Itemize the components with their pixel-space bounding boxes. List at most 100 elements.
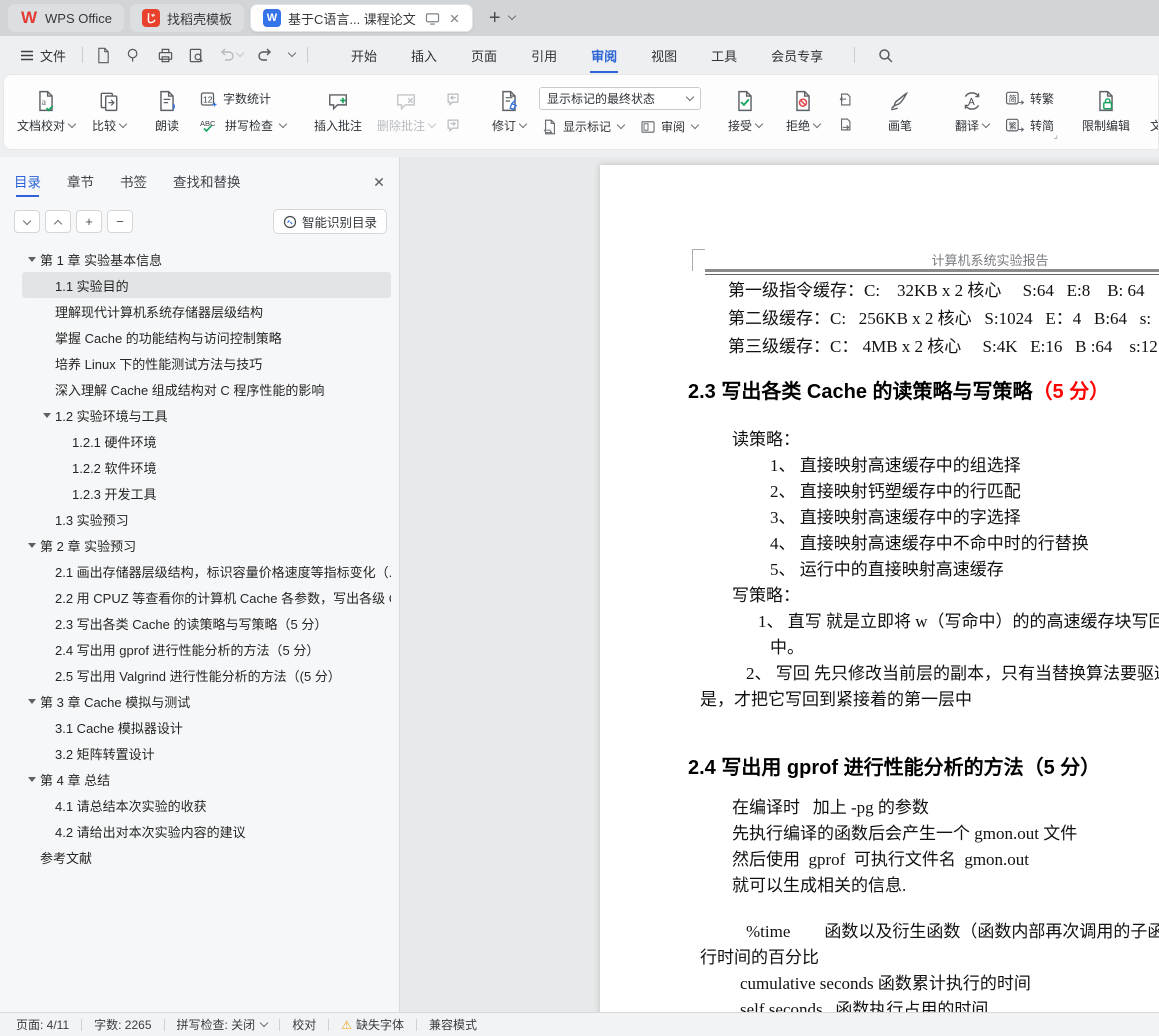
collapse-arrow-icon[interactable]: [43, 413, 55, 418]
toc-item[interactable]: 2.4 写出用 gprof 进行性能分析的方法（5 分）: [22, 636, 391, 662]
monitor-icon[interactable]: [425, 12, 440, 25]
tab-list-chevron-icon[interactable]: [507, 11, 516, 21]
toc-item[interactable]: 4.2 请给出对本次实验内容的建议: [22, 818, 391, 844]
read-aloud-button[interactable]: 朗读: [139, 80, 195, 144]
expand-all-button[interactable]: [14, 210, 40, 233]
tab-toc[interactable]: 目录: [14, 171, 41, 201]
menu-item-5[interactable]: 审阅: [574, 40, 634, 73]
toc-item[interactable]: 1.2 实验环境与工具: [22, 402, 391, 428]
toc-item[interactable]: 理解现代计算机系统存储器层级结构: [22, 298, 391, 324]
close-tab-icon[interactable]: [449, 13, 460, 24]
toc-item[interactable]: 2.1 画出存储器层级结构，标识容量价格速度等指标变化（...: [22, 558, 391, 584]
save-icon[interactable]: [95, 47, 112, 64]
toc-item[interactable]: 1.2.2 软件环境: [22, 454, 391, 480]
doc-proof-button[interactable]: a 文档校对: [13, 80, 79, 144]
track-changes-button[interactable]: 修订: [481, 80, 537, 144]
toc-item[interactable]: 1.2.3 开发工具: [22, 480, 391, 506]
zoom-in-toc-button[interactable]: +: [76, 210, 102, 233]
menu-item-6[interactable]: 视图: [634, 40, 694, 71]
reject-button[interactable]: 拒绝: [775, 80, 831, 144]
export-pdf-icon[interactable]: [126, 47, 143, 64]
collapse-arrow-icon[interactable]: [28, 257, 40, 262]
document-page[interactable]: 计算机系统实验报告 第一级指令缓存：C: 32KB x 2 核心 S:64 E:…: [600, 165, 1159, 1012]
tab-find-replace[interactable]: 查找和替换: [173, 171, 241, 201]
menu-item-7[interactable]: 工具: [694, 40, 754, 71]
toc-item[interactable]: 3.2 矩阵转置设计: [22, 740, 391, 766]
toc-item[interactable]: 第 4 章 总结: [22, 766, 391, 792]
toc-item[interactable]: 2.2 用 CPUZ 等查看你的计算机 Cache 各参数，写出各级 C...: [22, 584, 391, 610]
toc-item[interactable]: 第 1 章 实验基本信息: [22, 246, 391, 272]
spell-check-button[interactable]: ABC 拼写检查: [197, 115, 289, 136]
menu-item-8[interactable]: 会员专享: [754, 40, 840, 71]
spellcheck-indicator[interactable]: 拼写检查: 关闭: [165, 1016, 280, 1033]
next-comment-button[interactable]: [441, 115, 465, 135]
collapse-all-button[interactable]: [45, 210, 71, 233]
menu-item-4[interactable]: 引用: [514, 40, 574, 71]
toc-item[interactable]: 培养 Linux 下的性能测试方法与技巧: [22, 350, 391, 376]
traditional-to-simplified-button[interactable]: 繁 转简: [1002, 115, 1057, 136]
collapse-arrow-icon[interactable]: [28, 777, 40, 782]
zoom-out-toc-button[interactable]: −: [107, 210, 133, 233]
smart-toc-button[interactable]: 智能识别目录: [272, 209, 387, 234]
restrict-edit-button[interactable]: 限制编辑: [1073, 80, 1139, 144]
toc-item[interactable]: 参考文献: [22, 844, 391, 870]
s2t-label: 转繁: [1030, 92, 1055, 106]
file-menu-button[interactable]: 文件: [12, 46, 74, 65]
collapse-arrow-icon[interactable]: [28, 699, 40, 704]
accept-button[interactable]: 接受: [717, 80, 773, 144]
toc-item[interactable]: 3.1 Cache 模拟器设计: [22, 714, 391, 740]
toc-item[interactable]: 深入理解 Cache 组成结构对 C 程序性能的影响: [22, 376, 391, 402]
simplified-to-traditional-button[interactable]: 简 转繁: [1002, 88, 1057, 109]
tab-wps-home[interactable]: W WPS Office: [8, 4, 124, 32]
next-change-button[interactable]: [833, 115, 856, 134]
review-pane-button[interactable]: 审阅: [637, 116, 701, 137]
show-markup-button[interactable]: 显示标记: [539, 116, 627, 137]
pen-button[interactable]: 画笔: [872, 80, 928, 144]
doc-line: %time 函数以及衍生函数（函数内部再次调用的子函: [746, 922, 1159, 941]
collapse-arrow-icon[interactable]: [28, 543, 40, 548]
compare-button[interactable]: 比较: [81, 80, 137, 144]
toc-item[interactable]: 1.2.1 硬件环境: [22, 428, 391, 454]
toc-item[interactable]: 第 3 章 Cache 模拟与测试: [22, 688, 391, 714]
redo-button[interactable]: [257, 48, 273, 62]
search-icon[interactable]: [877, 47, 894, 64]
toc-item[interactable]: 4.1 请总结本次实验的收获: [22, 792, 391, 818]
proofing-indicator[interactable]: 校对: [280, 1016, 328, 1033]
smart-toc-label: 智能识别目录: [301, 216, 377, 230]
insert-comment-button[interactable]: 插入批注: [305, 80, 371, 144]
doc-permission-button[interactable]: 文档权限: [1141, 80, 1158, 144]
pen-label: 画笔: [888, 119, 913, 133]
group-expand-icon[interactable]: ⌟: [1053, 130, 1058, 141]
translate-button[interactable]: A 翻译: [944, 80, 1000, 144]
delete-comment-button[interactable]: 删除批注: [373, 80, 439, 144]
tab-bookmarks[interactable]: 书签: [120, 171, 147, 201]
word-count-button[interactable]: 12 字数统计: [197, 88, 289, 109]
markup-state-select[interactable]: 显示标记的最终状态: [539, 87, 702, 110]
menu-item-3[interactable]: 页面: [454, 40, 514, 71]
missing-font-indicator[interactable]: ⚠ 缺失字体: [329, 1016, 416, 1033]
previous-change-button[interactable]: [833, 90, 856, 109]
word-count-indicator[interactable]: 字数: 2265: [82, 1016, 163, 1033]
undo-button[interactable]: [219, 48, 245, 62]
review-ribbon: a 文档校对 比较 朗读 12 字数统计 ABC 拼写检查 插入批注 删除批注 …: [3, 74, 1159, 150]
menu-item-1[interactable]: 开始: [334, 40, 394, 71]
toc-item[interactable]: 1.3 实验预习: [22, 506, 391, 532]
compat-mode-indicator[interactable]: 兼容模式: [417, 1016, 489, 1033]
print-icon[interactable]: [157, 47, 174, 64]
toc-item[interactable]: 1.1 实验目的: [22, 272, 391, 298]
toc-item[interactable]: 第 2 章 实验预习: [22, 532, 391, 558]
new-tab-button[interactable]: +: [489, 7, 501, 30]
close-sidebar-icon[interactable]: [373, 176, 385, 196]
toc-item[interactable]: 掌握 Cache 的功能结构与访问控制策略: [22, 324, 391, 350]
document-area[interactable]: 计算机系统实验报告 第一级指令缓存：C: 32KB x 2 核心 S:64 E:…: [400, 157, 1159, 1012]
quickbar-chevron-icon[interactable]: [287, 48, 297, 58]
tab-current-document[interactable]: W 基于C语言... 课程论文: [249, 4, 473, 32]
print-preview-icon[interactable]: [188, 47, 205, 64]
toc-item[interactable]: 2.3 写出各类 Cache 的读策略与写策略（5 分）: [22, 610, 391, 636]
menu-item-2[interactable]: 插入: [394, 40, 454, 71]
tab-chapters[interactable]: 章节: [67, 171, 94, 201]
previous-comment-button[interactable]: [441, 89, 465, 109]
page-indicator[interactable]: 页面: 4/11: [16, 1016, 81, 1033]
tab-docer-templates[interactable]: じ 找稻壳模板: [129, 4, 244, 32]
toc-item[interactable]: 2.5 写出用 Valgrind 进行性能分析的方法（(5 分）: [22, 662, 391, 688]
